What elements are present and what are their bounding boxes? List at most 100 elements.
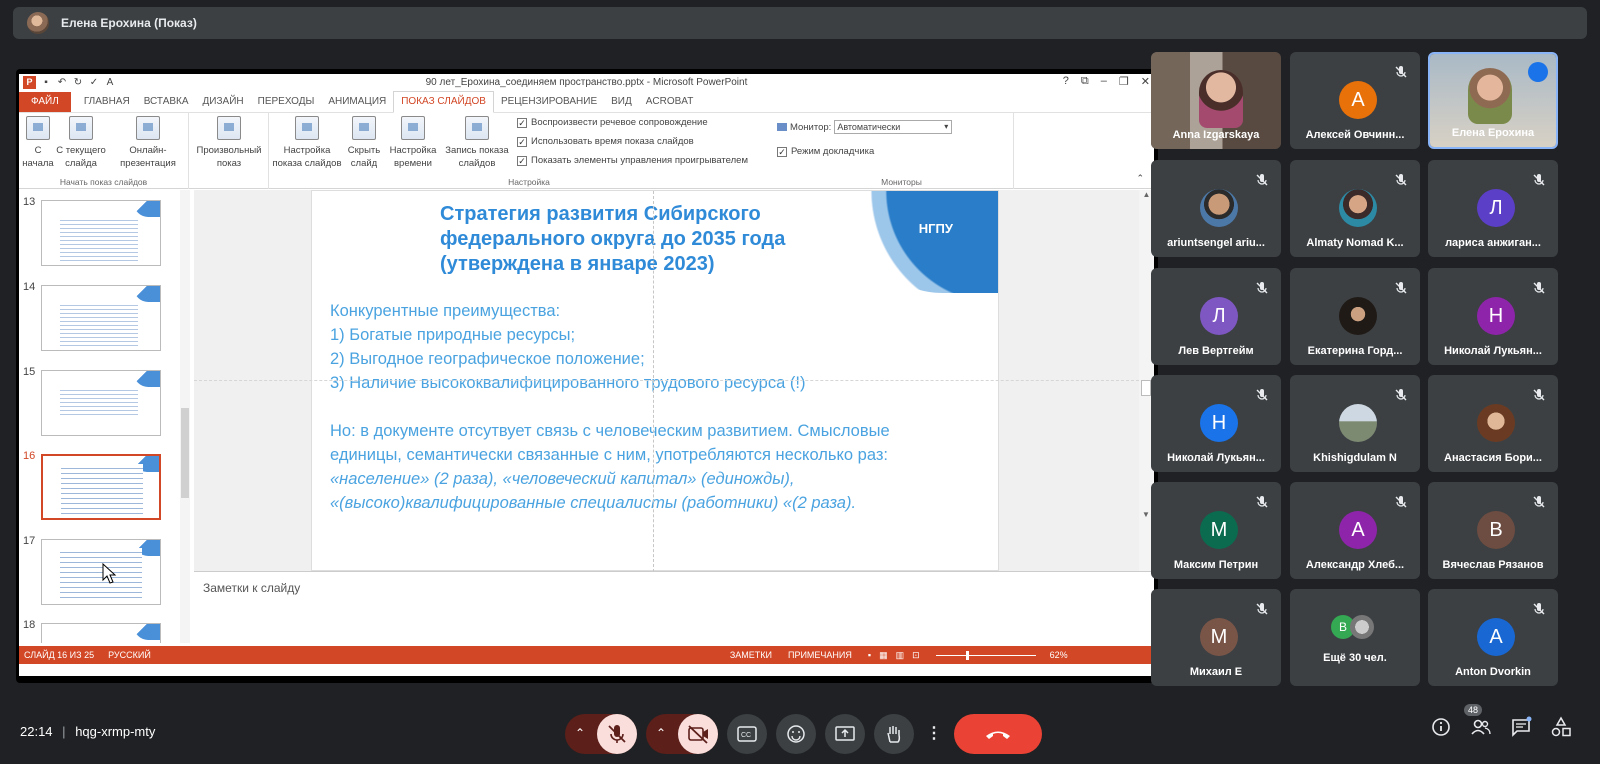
ribbon-options-icon[interactable]: ⧉ <box>1081 75 1089 88</box>
more-options-button[interactable]: ⋮ <box>923 714 945 754</box>
media-controls-checkbox[interactable]: ✓ Показать элементы управления проигрыват… <box>517 155 748 166</box>
undo-icon[interactable]: ↶ <box>56 77 68 89</box>
participant-tile[interactable]: Н Николай Лукьян... <box>1151 375 1281 472</box>
participant-name: Николай Лукьян... <box>1444 345 1542 357</box>
tab-acrobat[interactable]: ACROBAT <box>639 96 701 112</box>
scroll-thumb[interactable] <box>181 408 189 498</box>
participant-tile[interactable]: Анастасия Бори... <box>1428 375 1558 472</box>
meeting-details-button[interactable] <box>1430 716 1452 738</box>
reactions-button[interactable] <box>776 714 816 754</box>
tab-transitions[interactable]: ПЕРЕХОДЫ <box>251 96 322 112</box>
setup-slideshow-button[interactable]: Настройка показа слайдов <box>271 113 343 170</box>
monitor-selector[interactable]: Монитор: Автоматически <box>777 120 953 134</box>
participant-tile[interactable]: А Anton Dvorkin <box>1428 589 1558 686</box>
slide-title[interactable]: Стратегия развития Сибирского федерально… <box>440 202 870 277</box>
font-size-icon[interactable]: A <box>104 77 116 89</box>
slide-body-line: Конкурентные преимущества: <box>330 302 561 320</box>
notes-button[interactable]: ЗАМЕТКИ <box>730 650 772 660</box>
custom-show-button[interactable]: Произвольный показ <box>191 113 267 170</box>
presenter-view-checkbox[interactable]: ✓ Режим докладчика <box>777 146 874 157</box>
participant-tile[interactable]: М Михаил Е <box>1151 589 1281 686</box>
notes-pane[interactable]: Заметки к слайду <box>194 571 1154 643</box>
participant-tile[interactable]: Almaty Nomad K... <box>1290 160 1420 257</box>
camera-control[interactable]: ⌃ <box>646 714 718 754</box>
spelling-icon[interactable]: ✓ <box>88 77 100 89</box>
close-icon[interactable]: ✕ <box>1141 75 1150 88</box>
language-indicator[interactable]: РУССКИЙ <box>108 650 151 660</box>
tab-insert[interactable]: ВСТАВКА <box>137 96 196 112</box>
save-icon[interactable]: ▪ <box>40 77 52 89</box>
scroll-thumb[interactable] <box>1141 380 1151 396</box>
participant-avatar <box>1477 404 1515 442</box>
comments-button[interactable]: ПРИМЕЧАНИЯ <box>788 650 852 660</box>
setup-icon <box>295 116 319 140</box>
tab-design[interactable]: ДИЗАЙН <box>196 96 251 112</box>
zoom-level[interactable]: 62% <box>1050 650 1068 660</box>
captions-button[interactable]: CC <box>727 714 767 754</box>
participant-tile[interactable]: Khishigdulam N <box>1290 375 1420 472</box>
tab-view[interactable]: ВИД <box>604 96 639 112</box>
mic-muted-icon <box>1395 66 1407 78</box>
participant-tile[interactable]: М Максим Петрин <box>1151 482 1281 579</box>
online-presentation-button[interactable]: Онлайн-презентация <box>113 113 183 170</box>
thumbnails-scrollbar[interactable] <box>180 190 190 643</box>
participant-tile[interactable]: В Вячеслав Рязанов <box>1428 482 1558 579</box>
zoom-slider[interactable] <box>935 650 1036 660</box>
microphone-off-button[interactable] <box>597 714 637 754</box>
participant-name: Anton Dvorkin <box>1455 666 1531 678</box>
tab-animation[interactable]: АНИМАЦИЯ <box>321 96 393 112</box>
minimize-icon[interactable]: – <box>1101 75 1107 88</box>
monitor-dropdown[interactable]: Автоматически <box>834 120 953 134</box>
chevron-up-icon[interactable]: ⌃ <box>575 726 585 740</box>
tab-home[interactable]: ГЛАВНАЯ <box>77 96 137 112</box>
participant-tile[interactable]: Anna Izgarskaya <box>1151 52 1281 149</box>
participant-tile[interactable]: А Алексей Овчинн... <box>1290 52 1420 149</box>
slide-thumbnail-14[interactable] <box>41 285 161 351</box>
participant-tile[interactable]: А Александр Хлеб... <box>1290 482 1420 579</box>
from-beginning-button[interactable]: С начала <box>21 113 55 170</box>
slide-thumbnail-15[interactable] <box>41 370 161 436</box>
participant-tile[interactable]: ariuntsengel ariu... <box>1151 160 1281 257</box>
participant-avatar <box>1339 297 1377 335</box>
slide-thumbnail-13[interactable] <box>41 200 161 266</box>
record-slideshow-button[interactable]: Запись показа слайдов <box>441 113 513 170</box>
participant-tile[interactable]: Л Лев Вертгейм <box>1151 268 1281 365</box>
help-icon[interactable]: ? <box>1063 75 1069 88</box>
tab-file[interactable]: ФАЙЛ <box>19 92 71 112</box>
people-button[interactable]: 48 <box>1464 704 1492 738</box>
mic-muted-icon <box>1395 389 1407 401</box>
slide-thumbnail-18[interactable] <box>41 623 161 643</box>
hide-slide-button[interactable]: Скрыть слайд <box>345 113 383 170</box>
leave-call-button[interactable] <box>954 714 1042 754</box>
rehearse-timings-button[interactable]: Настройка времени <box>387 113 439 170</box>
restore-icon[interactable]: ❐ <box>1119 75 1129 88</box>
redo-icon[interactable]: ↻ <box>72 77 84 89</box>
participant-avatar: Н <box>1200 404 1238 442</box>
participant-name: Лев Вертгейм <box>1178 345 1254 357</box>
present-screen-button[interactable] <box>825 714 865 754</box>
slide-thumbnail-16[interactable] <box>41 454 161 520</box>
group-label-start: Начать показ слайдов <box>59 177 148 187</box>
tab-review[interactable]: РЕЦЕНЗИРОВАНИЕ <box>494 96 604 112</box>
participant-tile[interactable]: Н Николай Лукьян... <box>1428 268 1558 365</box>
collapse-ribbon-icon[interactable]: ⌃ <box>1136 173 1144 184</box>
activities-button[interactable] <box>1550 716 1572 738</box>
chat-button[interactable] <box>1510 716 1532 738</box>
participant-tile[interactable]: Елена Ерохина <box>1428 52 1558 149</box>
camera-off-button[interactable] <box>678 714 718 754</box>
more-participants-tile[interactable]: В Ещё 30 чел. <box>1290 589 1420 686</box>
participant-tile[interactable]: Л лариса анжиган... <box>1428 160 1558 257</box>
view-buttons[interactable]: ▪▦▥⊡ <box>868 650 928 661</box>
tab-slideshow[interactable]: ПОКАЗ СЛАЙДОВ <box>393 91 494 113</box>
participant-tile[interactable]: Екатерина Горд... <box>1290 268 1420 365</box>
scroll-down-icon[interactable]: ▼ <box>1142 510 1150 519</box>
raise-hand-button[interactable] <box>874 714 914 754</box>
slide-thumbnail-17[interactable] <box>41 539 161 605</box>
chevron-up-icon[interactable]: ⌃ <box>656 726 666 740</box>
captions-icon: CC <box>737 726 757 742</box>
narration-checkbox[interactable]: ✓ Воспроизвести речевое сопровождение <box>517 117 708 128</box>
microphone-control[interactable]: ⌃ <box>565 714 637 754</box>
mic-muted-icon <box>1256 496 1268 508</box>
from-current-button[interactable]: С текущего слайда <box>55 113 107 170</box>
use-timings-checkbox[interactable]: ✓ Использовать время показа слайдов <box>517 136 694 147</box>
